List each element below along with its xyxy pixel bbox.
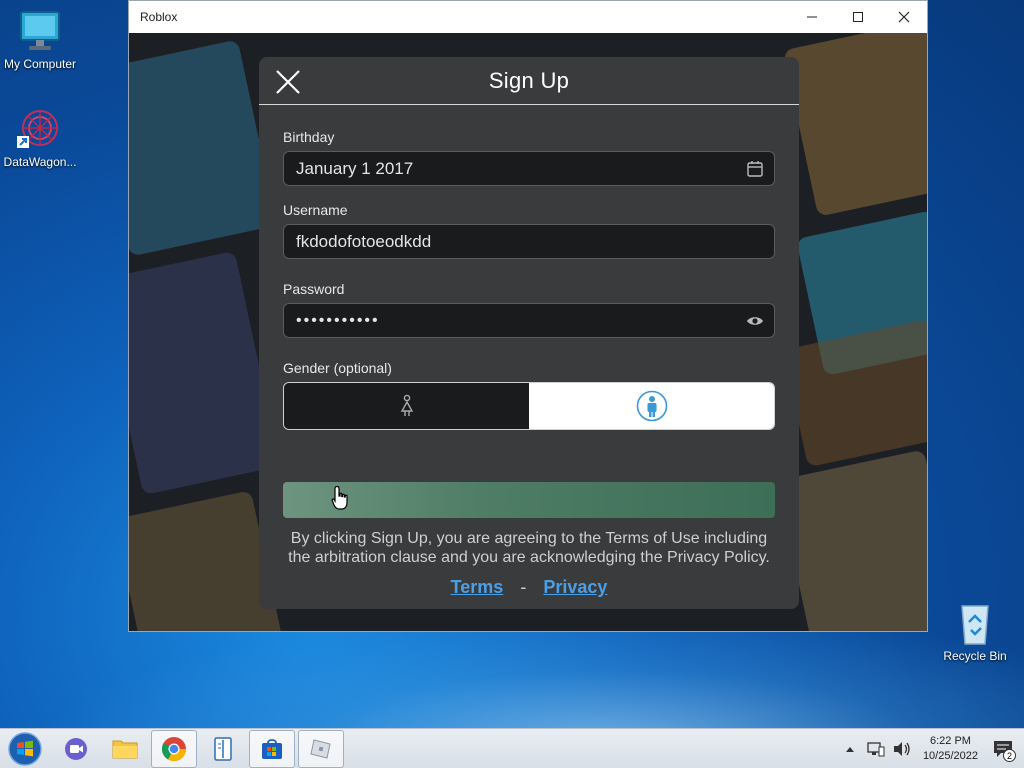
store-icon bbox=[262, 738, 282, 759]
birthday-value: January 1 2017 bbox=[296, 158, 414, 178]
desktop-icon-label: Recycle Bin bbox=[943, 649, 1007, 663]
terms-link[interactable]: Terms bbox=[451, 577, 504, 597]
start-button[interactable] bbox=[0, 729, 50, 768]
hand-cursor-icon bbox=[331, 485, 349, 511]
monitor-icon bbox=[17, 8, 63, 54]
recycle-bin-icon bbox=[952, 600, 998, 646]
legal-text: By clicking Sign Up, you are agreeing to… bbox=[288, 530, 770, 566]
legal-links: Terms - Privacy bbox=[283, 577, 775, 598]
minimize-icon bbox=[807, 16, 817, 18]
close-window-button[interactable] bbox=[881, 1, 927, 33]
password-label: Password bbox=[283, 281, 345, 297]
chevron-up-icon bbox=[845, 747, 854, 752]
gender-toggle bbox=[283, 382, 775, 430]
window-title: Roblox bbox=[140, 10, 178, 24]
username-field[interactable]: fkdodofotoeodkdd bbox=[283, 224, 775, 259]
notepad-icon bbox=[214, 736, 232, 761]
roblox-icon bbox=[310, 738, 331, 759]
clock[interactable]: 6:22 PM 10/25/2022 bbox=[923, 734, 978, 764]
taskbar-meet[interactable] bbox=[53, 730, 99, 768]
eye-icon[interactable] bbox=[746, 312, 764, 330]
roblox-client-area: Sign Up Birthday January 1 2017 Username… bbox=[129, 33, 927, 631]
privacy-link[interactable]: Privacy bbox=[543, 577, 607, 597]
window-titlebar[interactable]: Roblox bbox=[129, 1, 927, 33]
taskbar-notepad[interactable] bbox=[200, 730, 246, 768]
clock-date: 10/25/2022 bbox=[922, 750, 978, 762]
system-tray: 6:22 PM 10/25/2022 2 bbox=[839, 729, 1024, 768]
gender-label: Gender (optional) bbox=[283, 360, 392, 376]
birthday-field[interactable]: January 1 2017 bbox=[283, 151, 775, 186]
taskbar-roblox[interactable] bbox=[298, 729, 344, 768]
gender-male-button[interactable] bbox=[529, 383, 774, 429]
volume-icon[interactable] bbox=[891, 738, 913, 760]
chrome-icon bbox=[161, 736, 186, 761]
meet-icon bbox=[65, 737, 87, 760]
signup-modal: Sign Up Birthday January 1 2017 Username… bbox=[259, 57, 799, 609]
username-label: Username bbox=[283, 202, 348, 218]
datawagon-icon bbox=[17, 106, 63, 152]
birthday-label: Birthday bbox=[283, 129, 335, 145]
notification-count: 2 bbox=[1003, 749, 1016, 762]
clock-time: 6:22 PM bbox=[929, 735, 971, 747]
desktop-icon-datawagon[interactable]: DataWagon... bbox=[0, 106, 80, 169]
female-icon bbox=[400, 394, 413, 416]
password-value: ••••••••••• bbox=[296, 311, 380, 329]
maximize-icon bbox=[853, 12, 863, 22]
taskbar-store[interactable] bbox=[249, 729, 295, 768]
signup-form: Birthday January 1 2017 Username fkdodof… bbox=[259, 105, 799, 598]
calendar-icon[interactable] bbox=[746, 160, 764, 178]
desktop-icon-label: DataWagon... bbox=[3, 155, 77, 169]
page-title: Sign Up bbox=[488, 67, 570, 93]
gender-female-button[interactable] bbox=[284, 383, 529, 429]
close-icon bbox=[276, 70, 300, 94]
show-hidden-icons-button[interactable] bbox=[839, 738, 861, 760]
close-icon bbox=[898, 11, 910, 23]
windows-start-icon bbox=[8, 731, 42, 766]
network-icon[interactable] bbox=[865, 738, 887, 760]
close-modal-button[interactable] bbox=[275, 69, 301, 95]
file-explorer-icon bbox=[112, 740, 138, 758]
maximize-button[interactable] bbox=[835, 1, 881, 33]
taskbar-file-explorer[interactable] bbox=[102, 730, 148, 768]
male-icon bbox=[636, 390, 667, 422]
password-field[interactable]: ••••••••••• bbox=[283, 303, 775, 338]
username-value: fkdodofotoeodkdd bbox=[296, 231, 432, 251]
desktop-icon-my-computer[interactable]: My Computer bbox=[0, 8, 80, 71]
desktop-icon-recycle-bin[interactable]: Recycle Bin bbox=[935, 600, 1015, 663]
minimize-button[interactable] bbox=[789, 1, 835, 33]
taskbar-chrome[interactable] bbox=[151, 729, 197, 768]
notifications-button[interactable]: 2 bbox=[988, 734, 1018, 764]
roblox-window: Roblox Sign Up Birthday January 1 2017 U… bbox=[128, 0, 928, 632]
modal-header: Sign Up bbox=[259, 57, 799, 105]
signup-button[interactable] bbox=[283, 482, 775, 518]
desktop-icon-label: My Computer bbox=[3, 57, 77, 71]
links-separator: - bbox=[520, 577, 527, 597]
taskbar: 6:22 PM 10/25/2022 2 bbox=[0, 728, 1024, 768]
